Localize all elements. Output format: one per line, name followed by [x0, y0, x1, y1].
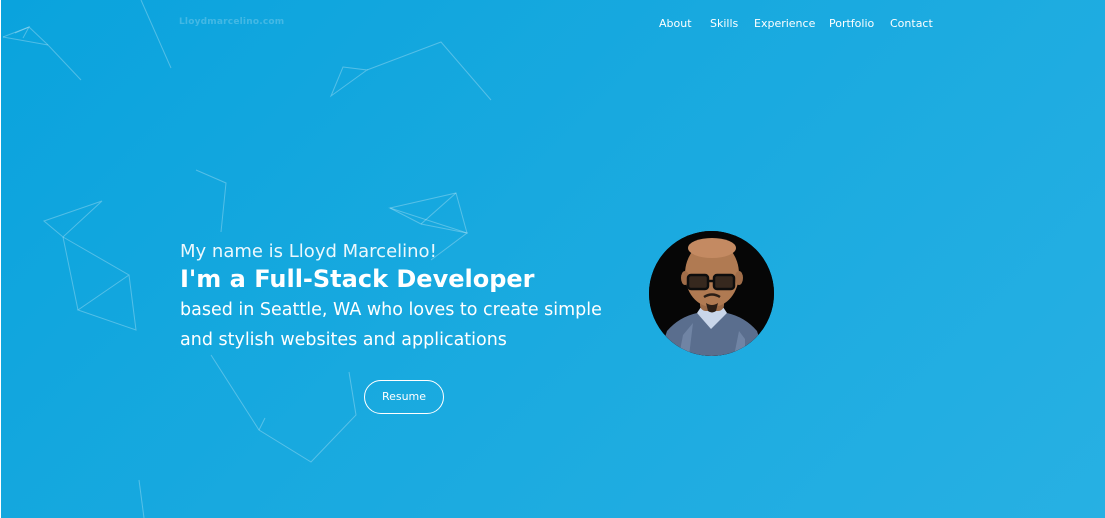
avatar-illustration — [649, 231, 774, 356]
network-lines-background — [2, 0, 492, 518]
nav-link-about[interactable]: About — [659, 17, 692, 30]
profile-photo — [649, 231, 774, 356]
site-brand-link[interactable]: Lloydmarcelino.com — [179, 17, 284, 27]
description-line-2: and stylish websites and applications — [180, 330, 507, 350]
nav-link-experience[interactable]: Experience — [754, 17, 815, 30]
resume-button[interactable]: Resume — [364, 380, 444, 414]
nav-link-skills[interactable]: Skills — [710, 17, 738, 30]
nav-link-contact[interactable]: Contact — [890, 17, 933, 30]
nav-link-portfolio[interactable]: Portfolio — [829, 17, 874, 30]
description-line-1: based in Seattle, WA who loves to create… — [180, 300, 602, 320]
greeting-text: My name is Lloyd Marcelino! — [180, 241, 437, 262]
hero-section: Lloydmarcelino.com About Skills Experien… — [1, 0, 1105, 518]
headline-title: I'm a Full-Stack Developer — [180, 265, 535, 293]
